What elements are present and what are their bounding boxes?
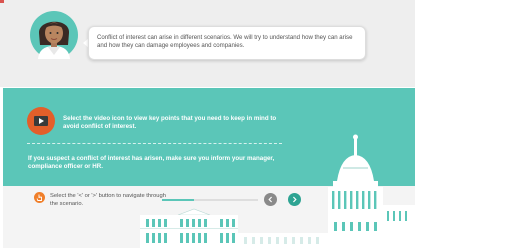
capitol-illustration bbox=[140, 134, 415, 248]
